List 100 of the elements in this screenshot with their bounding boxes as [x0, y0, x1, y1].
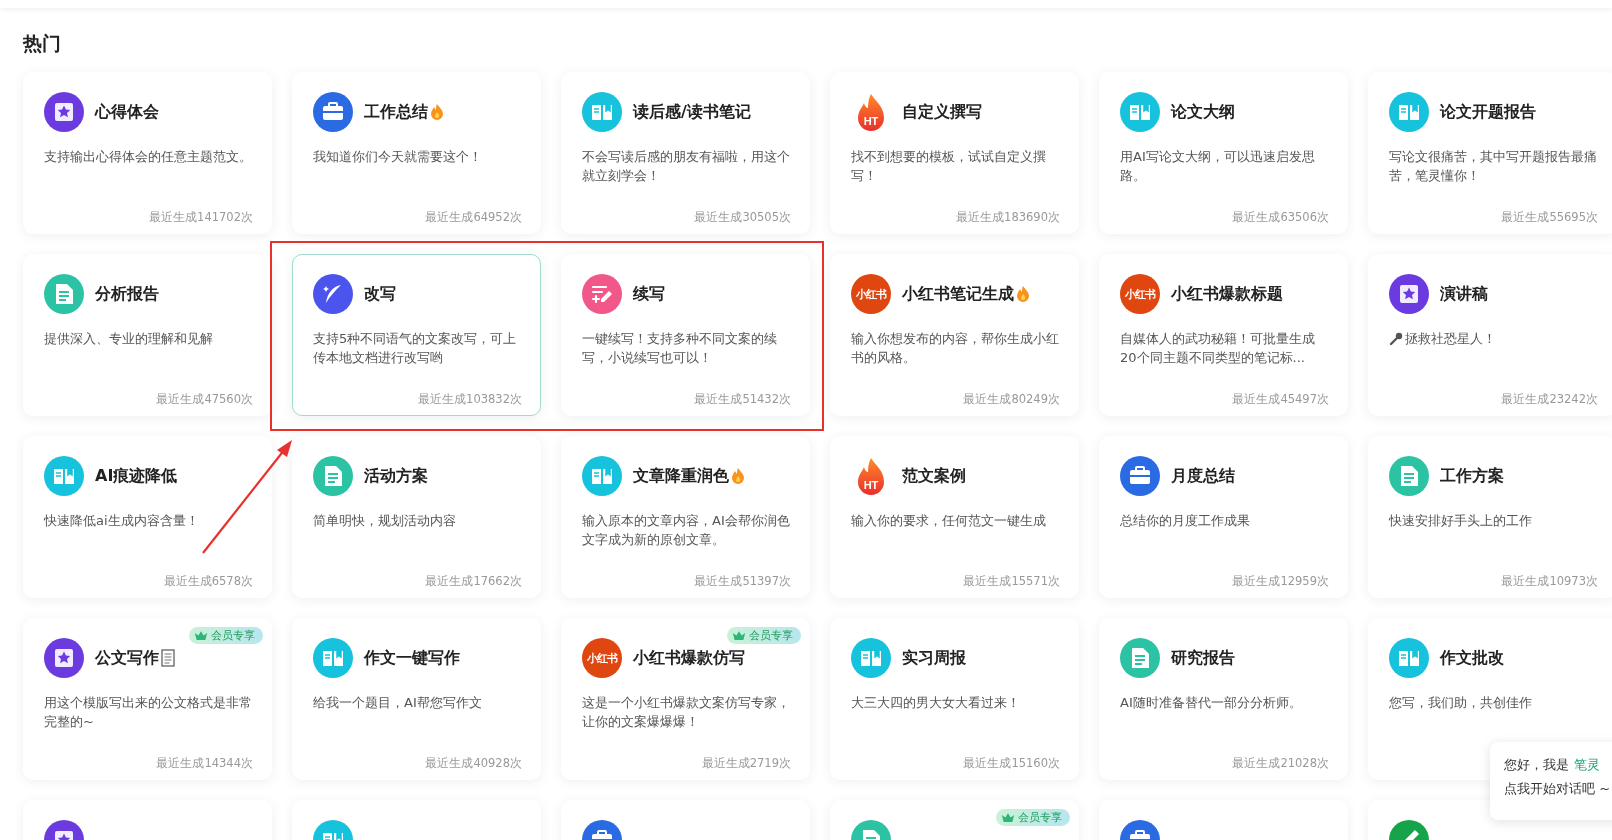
- tool-card[interactable]: 活动方案 简单明快，规划活动内容 最近生成17662次: [292, 436, 541, 598]
- card-description: 输入你的要求，任何范文一键生成: [851, 512, 1046, 530]
- card-title: 公文写作: [95, 647, 159, 669]
- tool-card[interactable]: 演讲稿 拯救社恐星人！ 最近生成23242次: [1368, 254, 1612, 416]
- tool-card[interactable]: 论文开题报告 写论文很痛苦，其中写开题报告最痛苦，笔灵懂你！ 最近生成55695次: [1368, 72, 1612, 234]
- book-icon: [851, 638, 891, 678]
- card-title: AI痕迹降低: [95, 465, 178, 487]
- card-description: 不会写读后感的朋友有福啦，用这个就立刻学会！: [582, 148, 791, 185]
- card-description: 简单明快，规划活动内容: [313, 512, 456, 530]
- feather-icon: [313, 274, 353, 314]
- card-title: 分析报告: [95, 283, 159, 305]
- card-title: 演讲稿: [1440, 283, 1488, 305]
- card-description: AI随时准备替代一部分分析师。: [1120, 694, 1302, 712]
- member-badge: 会员专享: [727, 627, 801, 644]
- tool-card[interactable]: 研究报告 AI随时准备替代一部分分析师。 最近生成21028次: [1099, 618, 1348, 780]
- tool-card[interactable]: 读后感/读书笔记 不会写读后感的朋友有福啦，用这个就立刻学会！ 最近生成30505次: [561, 72, 810, 234]
- book-icon: [1120, 92, 1160, 132]
- usage-count: 最近生成51432次: [694, 392, 791, 407]
- tool-card[interactable]: 文章降重润色 输入原本的文章内容，AI会帮你润色文字成为新的原创文章。 最近生成51397次: [561, 436, 810, 598]
- card-title: 研究报告: [1171, 647, 1235, 669]
- card-title: 月度总结: [1171, 465, 1235, 487]
- tool-card[interactable]: 工作总结 我知道你们今天就需要这个！ 最近生成64952次: [292, 72, 541, 234]
- usage-count: 最近生成10973次: [1501, 574, 1598, 589]
- card-title: 小红书爆款标题: [1171, 283, 1283, 305]
- tool-card[interactable]: 工作方案 快速安排好手头上的工作 最近生成10973次: [1368, 436, 1612, 598]
- chat-prompt: 点我开始对话吧 ~: [1504, 780, 1612, 798]
- book-icon: [582, 92, 622, 132]
- tool-card[interactable]: 小红书 小红书爆款标题 自媒体人的武功秘籍！可批量生成20个同主题不同类型的笔记标... 最近生成45497次: [1099, 254, 1348, 416]
- card-description: 输入原本的文章内容，AI会帮你润色文字成为新的原创文章。: [582, 512, 791, 549]
- card-description: 提供深入、专业的理解和见解: [44, 330, 213, 348]
- fire-icon: [731, 467, 745, 485]
- card-title: 续写: [633, 283, 665, 305]
- briefcase-icon: [313, 92, 353, 132]
- tool-card[interactable]: 论文大纲 用AI写论文大纲，可以迅速启发思路。 最近生成63506次: [1099, 72, 1348, 234]
- usage-count: 最近生成64952次: [425, 210, 522, 225]
- usage-count: 最近生成15571次: [963, 574, 1060, 589]
- card-title: 读后感/读书笔记: [633, 101, 751, 123]
- usage-count: 最近生成12959次: [1232, 574, 1329, 589]
- usage-count: 最近生成63506次: [1232, 210, 1329, 225]
- tool-card[interactable]: 续写 一键续写！支持多种不同文案的续写，小说续写也可以！ 最近生成51432次: [561, 254, 810, 416]
- tool-card[interactable]: 改写 支持5种不同语气的文案改写，可上传本地文档进行改写哟 最近生成103832次: [292, 254, 541, 416]
- card-description: 自媒体人的武功秘籍！可批量生成20个同主题不同类型的笔记标...: [1120, 330, 1316, 367]
- card-description: 拯救社恐星人！: [1405, 330, 1496, 348]
- member-badge: 会员专享: [189, 627, 263, 644]
- chat-greeting: 您好，我是: [1504, 756, 1569, 774]
- document-icon: [1389, 456, 1429, 496]
- usage-count: 最近生成103832次: [418, 392, 522, 407]
- assistant-name: 笔灵: [1574, 756, 1600, 774]
- usage-count: 最近生成21028次: [1232, 756, 1329, 771]
- logo-icon: 小红书: [851, 274, 891, 314]
- card-title: 活动方案: [364, 465, 428, 487]
- tool-card[interactable]: 作文一键写作 给我一个题目，AI帮您写作文 最近生成40928次: [292, 618, 541, 780]
- tool-card[interactable]: 心得体会 支持输出心得体会的任意主题范文。 最近生成141702次: [23, 72, 272, 234]
- book-icon: [1389, 92, 1429, 132]
- card-title: 自定义撰写: [902, 101, 982, 123]
- tool-card[interactable]: HT 自定义撰写 找不到想要的模板，试试自定义撰写！ 最近生成183690次: [830, 72, 1079, 234]
- card-description: 给我一个题目，AI帮您写作文: [313, 694, 482, 712]
- tool-card[interactable]: 小红书 小红书笔记生成 输入你想发布的内容，帮你生成小红书的风格。 最近生成80249次: [830, 254, 1079, 416]
- card-description: 写论文很痛苦，其中写开题报告最痛苦，笔灵懂你！: [1389, 148, 1598, 185]
- card-description: 快速安排好手头上的工作: [1389, 512, 1532, 530]
- usage-count: 最近生成141702次: [149, 210, 253, 225]
- tool-card[interactable]: 会员专享 公文写作 用这个模版写出来的公文格式是非常完整的~ 最近生成14344次: [23, 618, 272, 780]
- card-description: 这是一个小红书爆款文案仿写专家，让你的文案爆爆爆！: [582, 694, 791, 731]
- chat-popup[interactable]: 您好，我是 笔灵 点我开始对话吧 ~: [1490, 742, 1612, 820]
- tool-card[interactable]: AI痕迹降低 快速降低ai生成内容含量！ 最近生成6578次: [23, 436, 272, 598]
- card-description: 输入你想发布的内容，帮你生成小红书的风格。: [851, 330, 1060, 367]
- book-icon: [313, 638, 353, 678]
- document-icon: [44, 274, 84, 314]
- card-title: 论文大纲: [1171, 101, 1235, 123]
- tool-card[interactable]: 实习周报 大三大四的男大女大看过来！ 最近生成15160次: [830, 618, 1079, 780]
- card-title: 实习周报: [902, 647, 966, 669]
- card-title: 小红书爆款仿写: [633, 647, 745, 669]
- book-icon: [582, 456, 622, 496]
- microphone-icon: [1389, 332, 1403, 346]
- usage-count: 最近生成183690次: [956, 210, 1060, 225]
- usage-count: 最近生成80249次: [963, 392, 1060, 407]
- card-description: 您写，我们助，共创佳作: [1389, 694, 1532, 712]
- tool-card[interactable]: HT 范文案例 输入你的要求，任何范文一键生成 最近生成15571次: [830, 436, 1079, 598]
- card-description: 总结你的月度工作成果: [1120, 512, 1250, 530]
- card-description: 我知道你们今天就需要这个！: [313, 148, 482, 166]
- logo-icon: 小红书: [1120, 274, 1160, 314]
- usage-count: 最近生成14344次: [156, 756, 253, 771]
- tool-card[interactable]: 会员专享 小红书 小红书爆款仿写 这是一个小红书爆款文案仿写专家，让你的文案爆爆爆！ 最近生成2719次: [561, 618, 810, 780]
- card-title: 小红书笔记生成: [902, 283, 1014, 305]
- card-description: 快速降低ai生成内容含量！: [44, 512, 199, 530]
- document-icon: [1120, 638, 1160, 678]
- book-icon: [44, 456, 84, 496]
- card-title: 改写: [364, 283, 396, 305]
- card-title: 心得体会: [95, 101, 159, 123]
- usage-count: 最近生成55695次: [1501, 210, 1598, 225]
- card-description: 找不到想要的模板，试试自定义撰写！: [851, 148, 1047, 185]
- card-description: 支持输出心得体会的任意主题范文。: [44, 148, 252, 166]
- book-icon: [1389, 638, 1429, 678]
- tool-card[interactable]: 分析报告 提供深入、专业的理解和见解 最近生成47560次: [23, 254, 272, 416]
- card-title: 范文案例: [902, 465, 966, 487]
- tool-card[interactable]: 月度总结 总结你的月度工作成果 最近生成12959次: [1099, 436, 1348, 598]
- usage-count: 最近生成30505次: [694, 210, 791, 225]
- document-icon: [161, 649, 175, 667]
- card-title: 工作总结: [364, 101, 428, 123]
- usage-count: 最近生成51397次: [694, 574, 791, 589]
